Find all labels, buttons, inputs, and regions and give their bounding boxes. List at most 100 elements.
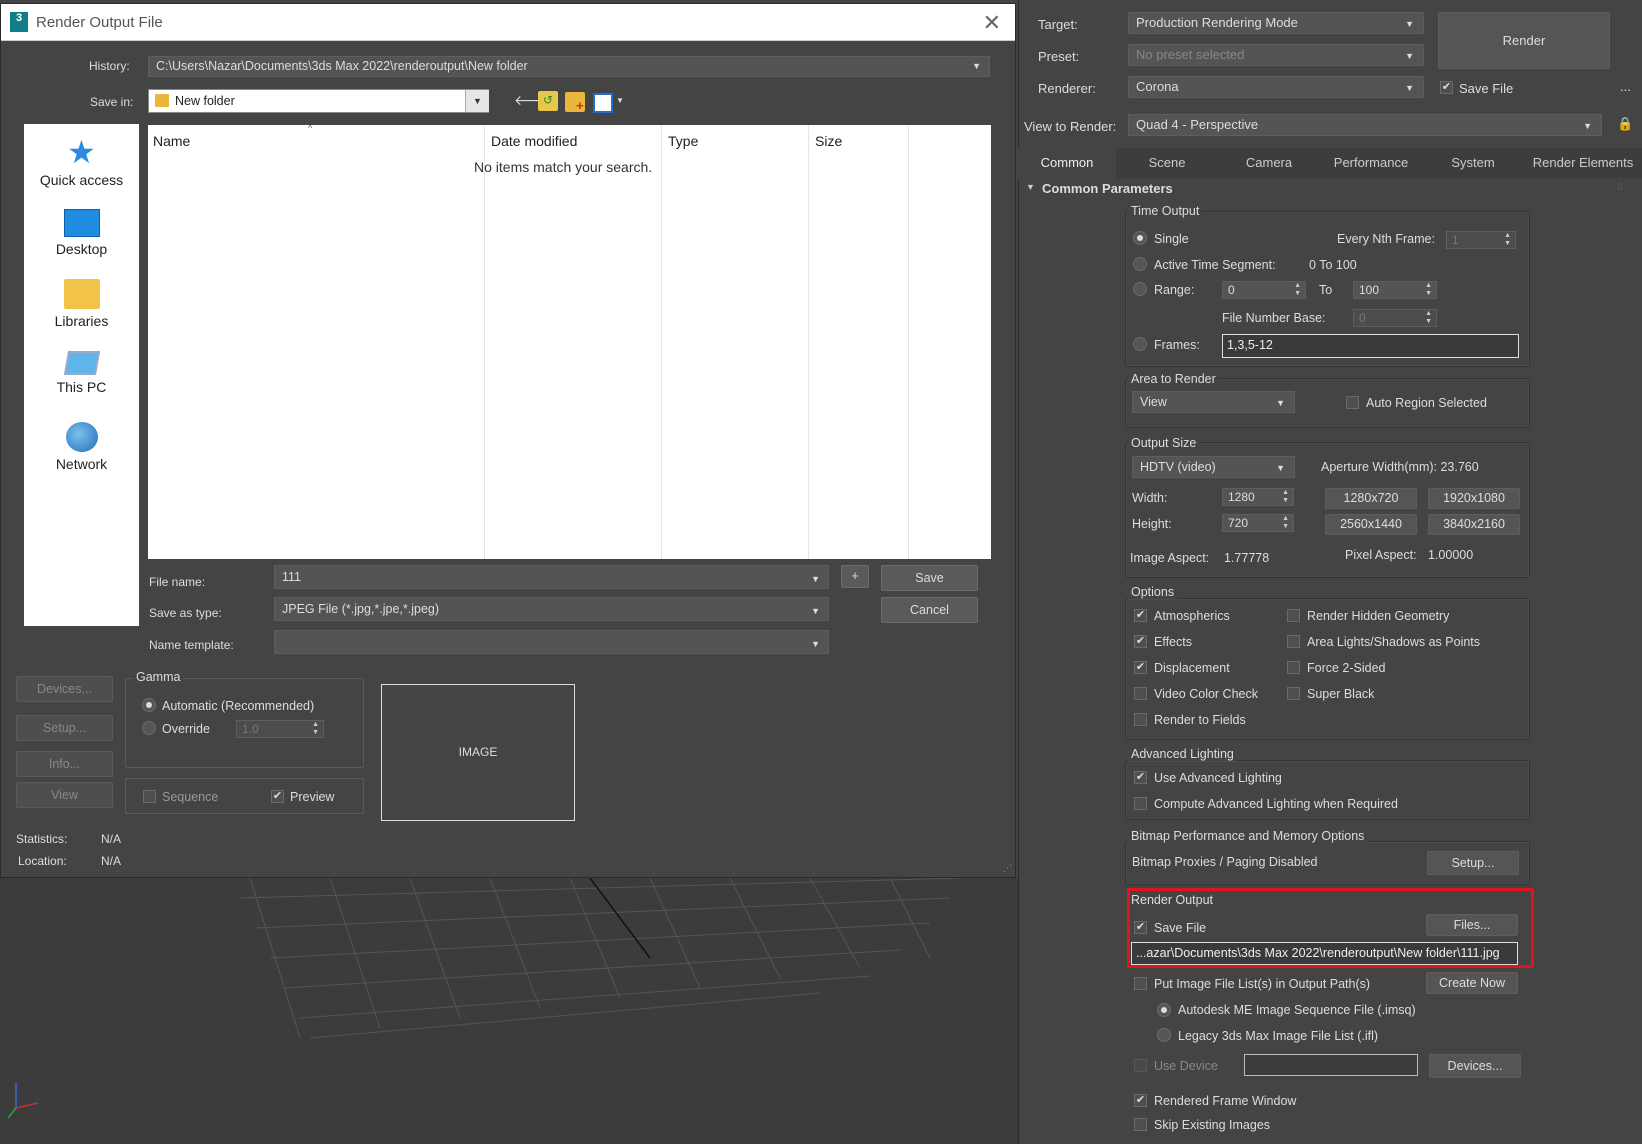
column-date-modified[interactable]: Date modified [485,125,662,559]
cancel-button[interactable]: Cancel [881,597,978,623]
device-field[interactable] [1244,1054,1418,1076]
atmospherics-checkbox[interactable]: ✔ [1134,609,1147,622]
place-network[interactable]: Network [24,422,139,472]
tab-system[interactable]: System [1422,148,1524,178]
area-lights-checkbox[interactable] [1287,635,1300,648]
rendered-frame-window-checkbox[interactable]: ✔ [1134,1094,1147,1107]
more-button[interactable]: ... [1620,79,1631,94]
preset-3840x2160-button[interactable]: 3840x2160 [1428,514,1520,535]
file-number-base-spinner[interactable]: 0 ▲ ▼ [1353,309,1437,327]
column-header[interactable]: Date modified [491,133,577,149]
name-template-dropdown[interactable]: ▼ [274,630,829,654]
single-radio[interactable] [1133,231,1147,245]
save-file-checkbox[interactable]: ✔ [1440,81,1453,94]
preset-label: Preset: [1038,49,1080,64]
force-2-sided-checkbox[interactable] [1287,661,1300,674]
place-quick-access[interactable]: ★ Quick access [24,136,139,188]
range-to-spinner[interactable]: 100 ▲ ▼ [1353,281,1437,299]
put-image-list-checkbox[interactable] [1134,977,1147,990]
save-as-type-label: Save as type: [149,606,222,620]
save-in-dropdown[interactable]: New folder ▼ [148,89,489,113]
devices-button[interactable]: Devices... [16,676,113,702]
ifl-radio[interactable] [1157,1028,1171,1042]
view-to-render-value: Quad 4 - Perspective [1136,117,1259,132]
preset-1920x1080-button[interactable]: 1920x1080 [1428,488,1520,509]
area-to-render-dropdown[interactable]: View ▼ [1132,391,1295,413]
view-button[interactable]: View [16,782,113,808]
lock-icon[interactable]: 🔒 [1617,116,1633,132]
displacement-checkbox[interactable]: ✔ [1134,661,1147,674]
render-to-fields-checkbox[interactable] [1134,713,1147,726]
place-this-pc[interactable]: This PC [24,351,139,395]
viewport-perspective[interactable] [0,878,1018,1144]
file-name-input[interactable]: 111 ▼ [274,565,829,589]
preview-checkbox[interactable]: ✔ [271,790,284,803]
column-header[interactable]: Name [153,133,190,149]
target-dropdown[interactable]: Production Rendering Mode ▼ [1128,12,1424,34]
save-button[interactable]: Save [881,565,978,591]
view-menu-icon[interactable] [593,93,613,113]
imsq-radio[interactable] [1157,1003,1171,1017]
close-icon[interactable]: ✕ [983,10,1001,36]
use-device-checkbox[interactable] [1134,1059,1147,1072]
frames-input[interactable]: 1,3,5-12 [1222,334,1519,358]
compute-advanced-lighting-checkbox[interactable] [1134,797,1147,810]
column-size[interactable]: Size [809,125,909,559]
preset-1280x720-button[interactable]: 1280x720 [1325,488,1417,509]
range-from-spinner[interactable]: 0 ▲ ▼ [1222,281,1306,299]
render-hidden-geometry-checkbox[interactable] [1287,609,1300,622]
save-as-type-dropdown[interactable]: JPEG File (*.jpg,*.jpe,*.jpeg) ▼ [274,597,829,621]
gamma-auto-radio[interactable] [142,698,156,712]
range-radio[interactable] [1133,282,1147,296]
chevron-down-icon[interactable]: ▼ [465,90,489,112]
column-header[interactable]: Type [668,133,698,149]
tab-render-elements[interactable]: Render Elements [1524,148,1642,178]
render-button[interactable]: Render [1438,12,1610,69]
preset-dropdown[interactable]: No preset selected ▼ [1128,44,1424,66]
renderer-dropdown[interactable]: Corona ▼ [1128,76,1424,98]
tab-scene[interactable]: Scene [1116,148,1218,178]
preset-2560x1440-button[interactable]: 2560x1440 [1325,514,1417,535]
plus-button[interactable]: + [841,565,869,588]
rollout-title[interactable]: Common Parameters [1042,181,1173,196]
file-list[interactable]: Name ^ Date modified Type Size No items … [148,123,991,559]
effects-checkbox[interactable]: ✔ [1134,635,1147,648]
view-to-render-dropdown[interactable]: Quad 4 - Perspective ▼ [1128,114,1602,136]
every-nth-spinner[interactable]: 1 ▲ ▼ [1446,231,1516,249]
column-name[interactable]: Name ^ [148,123,485,559]
frames-radio[interactable] [1133,337,1147,351]
active-segment-radio[interactable] [1133,257,1147,271]
column-header[interactable]: Size [815,133,842,149]
use-advanced-lighting-checkbox[interactable]: ✔ [1134,771,1147,784]
history-dropdown[interactable]: C:\Users\Nazar\Documents\3ds Max 2022\re… [148,56,990,77]
tab-camera[interactable]: Camera [1218,148,1320,178]
gamma-override-spinner[interactable]: 1.0 ▲ ▼ [236,720,324,738]
up-folder-icon[interactable]: ↺ [538,91,558,111]
width-spinner[interactable]: 1280 ▲ ▼ [1222,488,1294,506]
height-spinner[interactable]: 720 ▲ ▼ [1222,514,1294,532]
output-size-preset-dropdown[interactable]: HDTV (video) ▼ [1132,456,1295,478]
info-button[interactable]: Info... [16,751,113,777]
sequence-checkbox[interactable] [143,790,156,803]
bitmap-setup-button[interactable]: Setup... [1427,851,1519,875]
place-desktop[interactable]: Desktop [24,209,139,257]
gamma-override-radio[interactable] [142,721,156,735]
area-lights-label: Area Lights/Shadows as Points [1307,635,1481,649]
place-libraries[interactable]: Libraries [24,279,139,329]
tab-common[interactable]: Common [1018,148,1116,178]
collapse-arrow-icon[interactable]: ▼ [1026,182,1035,192]
new-folder-icon[interactable]: + [565,92,585,113]
back-arrow-icon[interactable]: 🡐 [514,92,552,112]
super-black-checkbox[interactable] [1287,687,1300,700]
file-number-base-label: File Number Base: [1222,311,1326,325]
column-type[interactable]: Type [662,125,809,559]
setup-button[interactable]: Setup... [16,715,113,741]
chevron-down-icon[interactable]: ▼ [616,96,624,105]
auto-region-checkbox[interactable] [1346,396,1359,409]
video-color-check-checkbox[interactable] [1134,687,1147,700]
skip-existing-checkbox[interactable] [1134,1118,1147,1131]
tab-performance[interactable]: Performance [1320,148,1422,178]
resize-grip-icon[interactable]: ⋰ [1003,863,1012,874]
create-now-button[interactable]: Create Now [1426,972,1518,994]
render-output-devices-button[interactable]: Devices... [1429,1054,1521,1078]
